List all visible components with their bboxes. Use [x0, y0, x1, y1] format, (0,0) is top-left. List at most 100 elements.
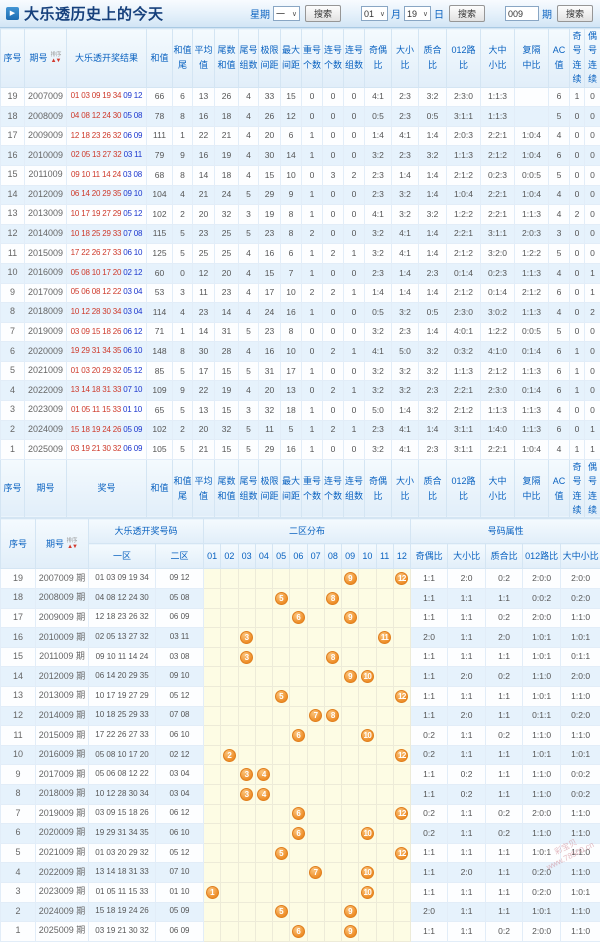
- stat-cell: 8: [173, 165, 193, 185]
- zone2-grid-cell: [255, 569, 272, 589]
- column-header: 奇偶比: [365, 29, 392, 88]
- column-header: 平均值: [193, 459, 215, 518]
- sort-control[interactable]: 排序▲▼: [66, 538, 78, 550]
- zone2-grid-cell: 9: [342, 569, 359, 589]
- attr-cell: 0:1:1: [523, 706, 561, 726]
- stat-cell: 1: [585, 283, 600, 303]
- zone2-grid-cell: [342, 745, 359, 765]
- issue-cell: 2008009: [25, 107, 67, 127]
- stat-cell: 0: [585, 361, 600, 381]
- issue-cell: 2011009 期: [36, 647, 89, 667]
- zone2-grid-cell: [359, 902, 376, 922]
- zone2-grid-cell: [221, 608, 238, 628]
- stat-cell: 1: [344, 420, 365, 440]
- stat-cell: 4: [239, 303, 259, 323]
- stat-cell: 3:2: [419, 205, 447, 225]
- stat-cell: 53: [147, 283, 173, 303]
- column-header: 奇偶比: [365, 459, 392, 518]
- stat-cell: 0:5: [365, 303, 392, 323]
- zone2-grid-cell: [376, 824, 393, 844]
- seq-cell: 16: [1, 146, 25, 166]
- stat-cell: 20: [259, 381, 281, 401]
- stat-cell: 1: [302, 263, 323, 283]
- zone2-grid-cell: 3: [238, 765, 255, 785]
- stat-cell: 3:1:1: [447, 420, 481, 440]
- zone2-grid-cell: [221, 765, 238, 785]
- stat-cell: 1: [570, 440, 585, 460]
- zone2-grid-cell: [376, 647, 393, 667]
- stat-cell: 0: [323, 303, 344, 323]
- table-row: 9201700905 06 08 12 22 03 04533112341710…: [1, 283, 600, 303]
- date-search-button[interactable]: 搜索: [449, 5, 485, 22]
- draw-result-cell: 03 09 15 18 26 06 12: [67, 322, 147, 342]
- stat-cell: 2:1:2: [447, 401, 481, 421]
- stat-cell: 4:1: [365, 205, 392, 225]
- stat-cell: 1: [570, 87, 585, 107]
- zone2-grid-cell: 7: [307, 706, 324, 726]
- attr-cell: 1:1: [411, 765, 448, 785]
- month-select[interactable]: 01∨: [361, 6, 388, 21]
- stat-cell: 25: [193, 244, 215, 264]
- stat-cell: 1:1:3: [515, 205, 549, 225]
- column-header: 01: [204, 544, 221, 569]
- column-header: 极限间距: [259, 29, 281, 88]
- stat-cell: 3: [549, 224, 570, 244]
- ball-icon: 10: [361, 670, 374, 683]
- seq-cell: 4: [1, 381, 25, 401]
- stat-cell: 2:3: [365, 185, 392, 205]
- table-row: 172009009 期12 18 23 26 3206 09691:11:10:…: [1, 608, 600, 628]
- column-header: 12: [393, 544, 410, 569]
- attr-cell: 1:1: [448, 686, 486, 706]
- issue-cell: 2013009: [25, 205, 67, 225]
- stat-cell: 16: [281, 440, 302, 460]
- stat-cell: [515, 87, 549, 107]
- day-select[interactable]: 19∨: [404, 6, 431, 21]
- stat-cell: 6: [549, 87, 570, 107]
- zone2-grid-cell: [221, 706, 238, 726]
- zone2-grid-cell: [238, 569, 255, 589]
- stat-cell: 19: [215, 381, 239, 401]
- stat-cell: 21: [193, 440, 215, 460]
- week-select[interactable]: 一∨: [273, 6, 300, 21]
- stat-cell: 1:4:0: [481, 420, 515, 440]
- zone1-numbers-cell: 01 03 09 19 34: [89, 569, 156, 589]
- zone2-grid-cell: [290, 882, 307, 902]
- zone2-grid-cell: [342, 843, 359, 863]
- stat-cell: 2:3: [392, 322, 419, 342]
- zone2-grid-cell: [290, 784, 307, 804]
- seq-cell: 12: [1, 224, 25, 244]
- column-header: 06: [290, 544, 307, 569]
- week-search-button[interactable]: 搜索: [305, 5, 341, 22]
- stat-cell: 2:1:2: [515, 283, 549, 303]
- stat-cell: 31: [259, 361, 281, 381]
- topbar: ▶ 大乐透历史上的今天 星期 一∨ 搜索 01∨ 月 19∨ 日 搜索 期 搜索: [0, 0, 600, 28]
- attr-cell: 1:1: [448, 647, 486, 667]
- sort-control[interactable]: 排序▲▼: [50, 52, 62, 64]
- stat-cell: 1: [570, 361, 585, 381]
- stat-cell: 2: [344, 165, 365, 185]
- zone2-grid-cell: [221, 647, 238, 667]
- column-header: 序号: [1, 459, 25, 518]
- ball-icon: 10: [361, 729, 374, 742]
- front-numbers: 17 22 26 27 33: [71, 248, 122, 257]
- zone2-grid-cell: 6: [290, 726, 307, 746]
- zone2-numbers-cell: 05 12: [156, 686, 204, 706]
- stat-cell: 1:0:4: [515, 146, 549, 166]
- zone2-grid-cell: [324, 608, 341, 628]
- front-numbers: 12 18 23 26 32: [71, 131, 122, 140]
- stat-cell: 5: [173, 401, 193, 421]
- zone2-grid-cell: 8: [324, 706, 341, 726]
- stat-cell: 2:3: [365, 165, 392, 185]
- zone2-grid-cell: [307, 882, 324, 902]
- issue-input[interactable]: [505, 6, 539, 21]
- ball-icon: 3: [240, 631, 253, 644]
- zone2-numbers-cell: 09 12: [156, 569, 204, 589]
- zone2-grid-cell: [238, 804, 255, 824]
- stat-cell: 21: [193, 185, 215, 205]
- stat-cell: 0: [570, 224, 585, 244]
- stat-cell: 1: [570, 381, 585, 401]
- issue-search-button[interactable]: 搜索: [557, 5, 593, 22]
- stat-cell: 17: [259, 283, 281, 303]
- stat-cell: 2: [302, 224, 323, 244]
- zone2-grid-cell: [376, 745, 393, 765]
